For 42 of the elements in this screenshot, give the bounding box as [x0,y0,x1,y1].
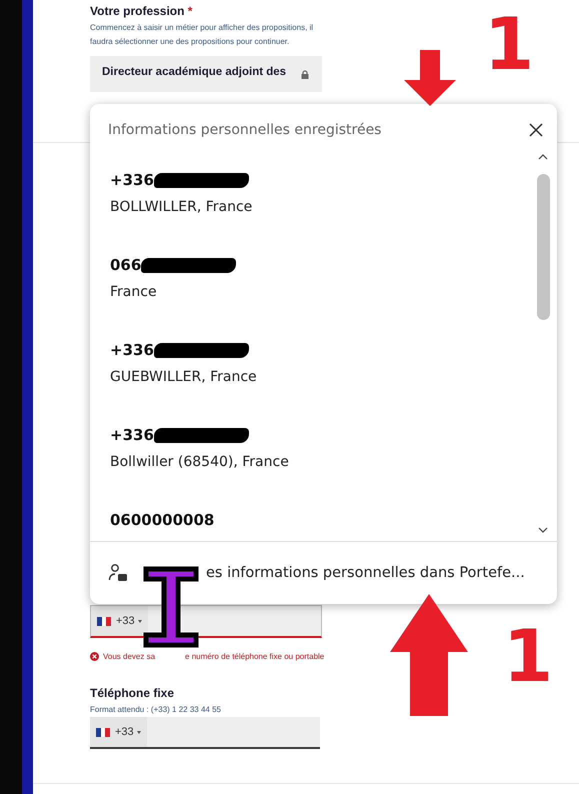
saved-entry[interactable]: +336 GUEBWILLER, France [110,341,535,426]
error-message: Vous devez sa [103,652,156,661]
person-card-icon [108,563,128,583]
manage-link[interactable]: es informations personnelles dans Portefe... [90,542,557,604]
phone-number: +336 [110,426,154,444]
popup-title: Informations personnelles enregistrées [108,122,382,138]
error-message: e numéro de téléphone fixe ou portable [185,652,324,661]
up-arrow-icon [390,594,468,716]
field-label: Votre profession * [90,3,194,18]
country-selector[interactable]: +33 [91,606,148,636]
phone-number: 0600000008 [110,511,214,529]
phone-number: 066 [110,256,142,274]
profession-field[interactable]: Directeur académique adjoint des [90,56,322,92]
down-arrow-icon [404,50,456,106]
field-hint: Format attendu : (+33) 1 22 33 44 55 [90,704,222,716]
error-icon [90,652,99,661]
field-hint: Commencez à saisir un métier pour afficher des propositions, il faudra sélectionner une des propositions pour continuer. [90,22,314,48]
address-text: GUEBWILLER, France [110,369,258,385]
flag-icon [96,728,110,736]
close-button[interactable] [529,123,543,137]
annotation-number: 1 [503,620,554,692]
saved-entry[interactable]: +336 BOLLWILLER, France [110,171,535,256]
lock-icon [300,70,310,80]
address-text: France [110,284,158,300]
phone-number: +336 [110,341,154,359]
phone-field[interactable]: +33 [90,717,320,749]
scroll-down-icon[interactable] [538,527,548,533]
country-selector[interactable]: +33 [90,717,147,747]
saved-entry[interactable]: 0600000008 [110,511,535,541]
scroll-thumb[interactable] [536,174,550,320]
annotation-number: 1 [484,8,534,80]
flag-icon [97,616,111,626]
caret-icon [136,730,141,734]
text-cursor-icon [143,566,199,648]
field-label: Téléphone fixe [90,685,176,700]
address-text: BOLLWILLER, France [110,199,254,215]
caret-icon [138,620,142,622]
saved-entry[interactable]: 066 France [110,256,535,341]
scroll-up-icon[interactable] [538,154,548,160]
address-text: Bollwiller (68540), France [110,454,290,470]
saved-entry[interactable]: +336 Bollwiller (68540), France [110,426,535,511]
phone-number: +336 [110,171,154,189]
